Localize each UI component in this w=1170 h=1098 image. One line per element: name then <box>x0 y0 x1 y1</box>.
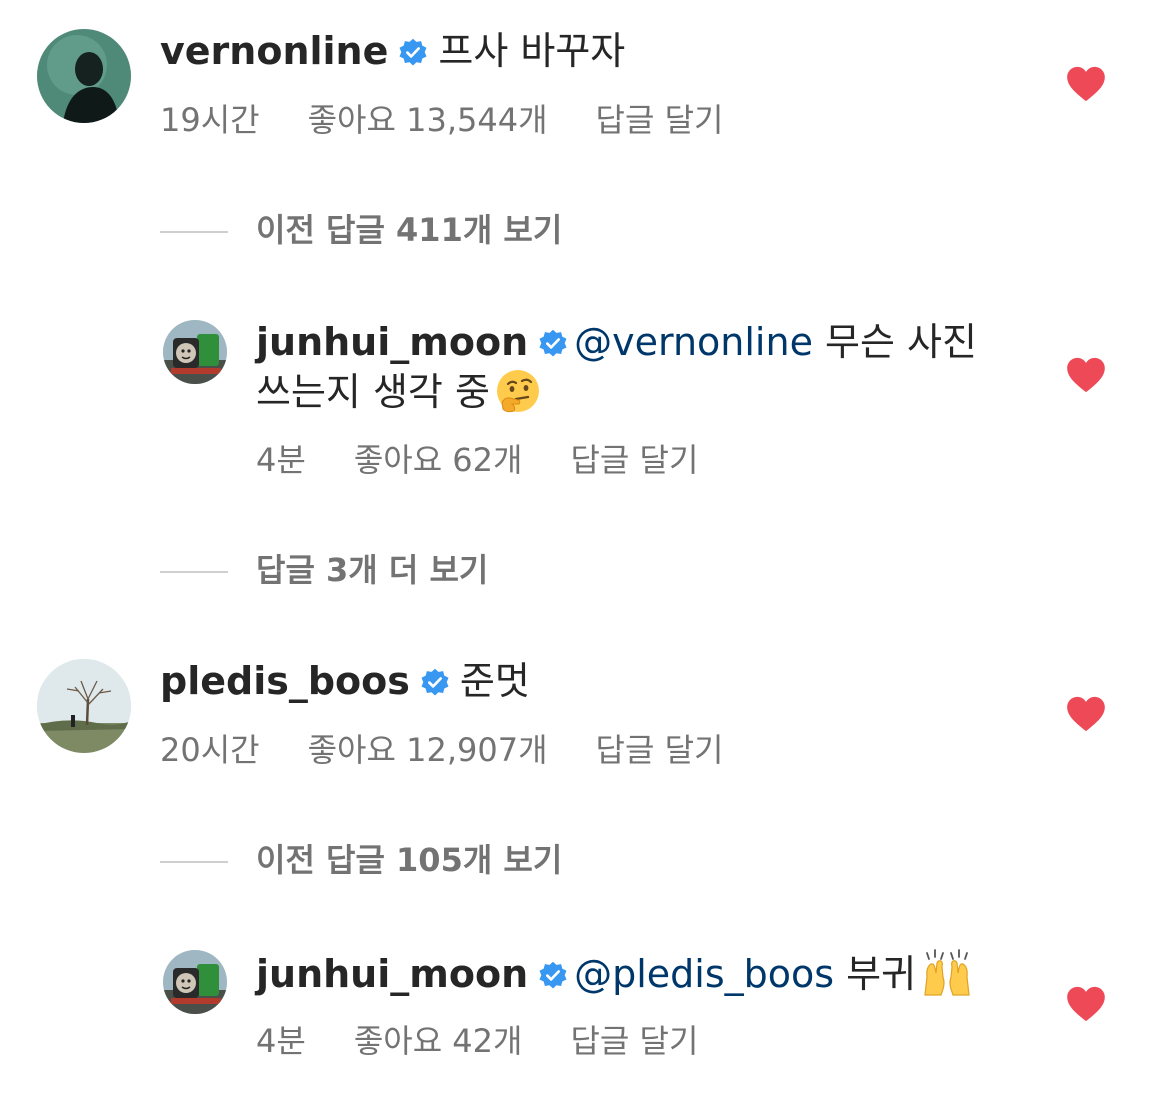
reply-time: 4분 <box>256 1022 306 1060</box>
avatar-pledis-boos[interactable] <box>37 659 131 753</box>
reply-button[interactable]: 답글 달기 <box>570 1022 698 1060</box>
heart-icon[interactable] <box>1066 986 1106 1022</box>
divider-line <box>160 231 228 233</box>
reply-line: junhui_moon @pledis_boos 부귀 <box>256 949 974 997</box>
likes-count[interactable]: 좋아요 13,544개 <box>308 101 548 139</box>
avatar-image <box>37 659 131 753</box>
verified-badge-icon <box>420 668 450 698</box>
verified-badge-icon <box>538 961 568 991</box>
avatar-junhui-moon[interactable] <box>163 320 227 384</box>
comment-time: 19시간 <box>160 101 260 139</box>
divider-line <box>160 571 228 573</box>
comment-line: pledis_boos 준멋 <box>160 658 530 704</box>
avatar-image <box>163 320 227 384</box>
comment-meta: 20시간 좋아요 12,907개 답글 달기 <box>160 730 723 770</box>
reply-time: 4분 <box>256 441 306 479</box>
raising-hands-icon <box>924 949 970 996</box>
thread-label: 이전 답글 105개 보기 <box>256 841 563 879</box>
likes-count[interactable]: 좋아요 12,907개 <box>308 731 548 769</box>
avatar-junhui-moon[interactable] <box>163 950 227 1014</box>
reply-text-line2: 쓰는지 생각 중 <box>256 370 490 414</box>
reply-line: junhui_moon @vernonline 무슨 사진 <box>256 319 977 365</box>
likes-count[interactable]: 좋아요 62개 <box>354 441 523 479</box>
mention-link[interactable]: @pledis_boos <box>574 952 834 996</box>
username[interactable]: pledis_boos <box>160 659 410 703</box>
comment-time: 20시간 <box>160 731 260 769</box>
comment-meta: 19시간 좋아요 13,544개 답글 달기 <box>160 100 723 140</box>
heart-icon[interactable] <box>1066 696 1106 732</box>
reply-button[interactable]: 답글 달기 <box>596 731 724 769</box>
reply-meta: 4분 좋아요 42개 답글 달기 <box>256 1021 698 1061</box>
avatar-image <box>37 29 131 123</box>
verified-badge-icon <box>538 329 568 359</box>
reply-text-line1: 무슨 사진 <box>825 320 977 364</box>
comment-line: vernonline 프사 바꾸자 <box>160 28 625 74</box>
reply-line-2: 쓰는지 생각 중 <box>256 367 542 415</box>
view-previous-replies-button[interactable]: 이전 답글 105개 보기 <box>160 840 562 880</box>
thread-label: 이전 답글 411개 보기 <box>256 211 563 249</box>
avatar-image <box>163 950 227 1014</box>
reply-button[interactable]: 답글 달기 <box>596 101 724 139</box>
reply-text: 부귀 <box>846 952 917 996</box>
thinking-face-icon <box>496 370 539 413</box>
view-previous-replies-button[interactable]: 이전 답글 411개 보기 <box>160 210 562 250</box>
comment-text: 준멋 <box>459 659 530 703</box>
verified-badge-icon <box>398 38 428 68</box>
username[interactable]: junhui_moon <box>256 952 528 996</box>
divider-line <box>160 861 228 863</box>
username[interactable]: junhui_moon <box>256 320 528 364</box>
avatar-vernonline[interactable] <box>37 29 131 123</box>
heart-icon[interactable] <box>1066 66 1106 102</box>
reply-button[interactable]: 답글 달기 <box>570 441 698 479</box>
view-more-replies-button[interactable]: 답글 3개 더 보기 <box>160 550 488 590</box>
reply-meta: 4분 좋아요 62개 답글 달기 <box>256 440 698 480</box>
thread-label: 답글 3개 더 보기 <box>256 551 489 589</box>
username[interactable]: vernonline <box>160 29 388 73</box>
likes-count[interactable]: 좋아요 42개 <box>354 1022 523 1060</box>
mention-link[interactable]: @vernonline <box>574 320 813 364</box>
heart-icon[interactable] <box>1066 357 1106 393</box>
comment-text: 프사 바꾸자 <box>438 29 626 73</box>
